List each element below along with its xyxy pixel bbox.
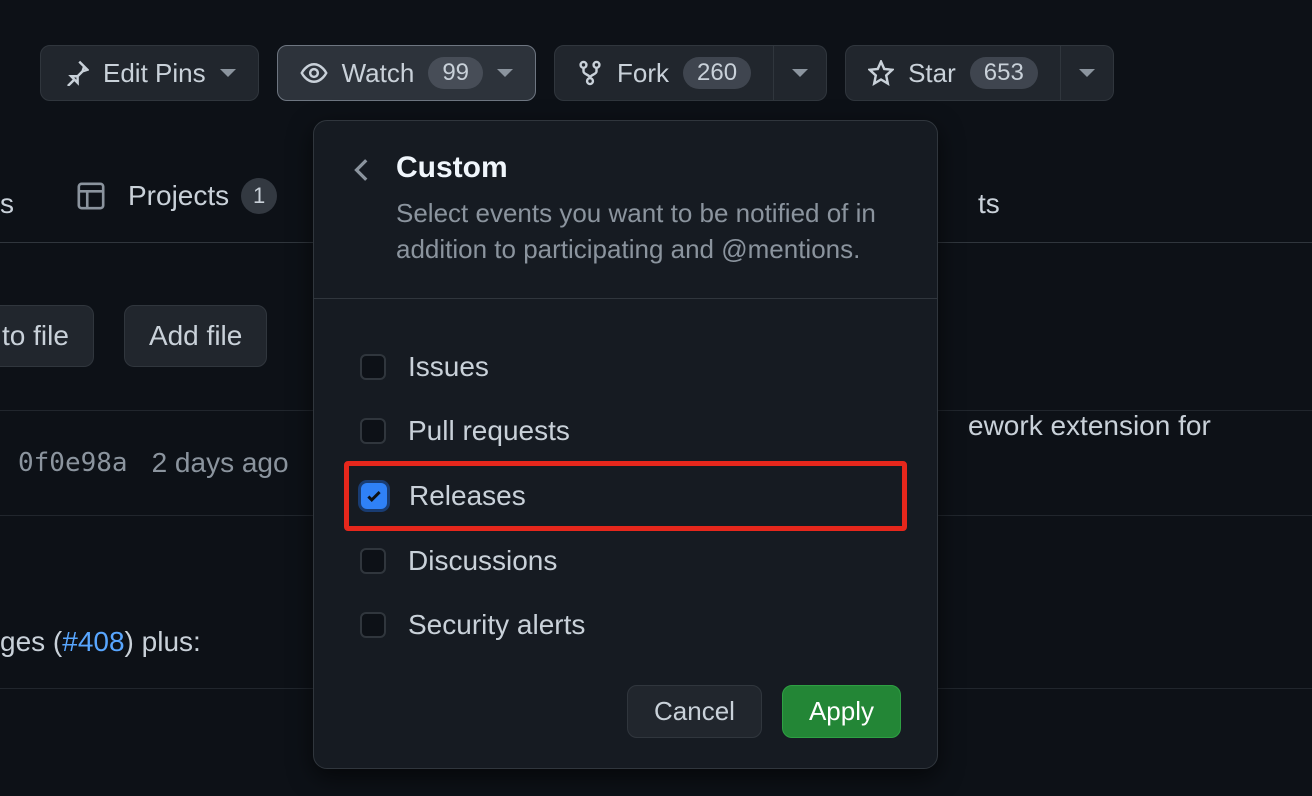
fork-dropdown-button[interactable] <box>774 45 827 101</box>
watch-label: Watch <box>342 58 415 89</box>
add-file-button[interactable]: Add file <box>124 305 267 367</box>
fork-icon <box>577 60 603 86</box>
issue-link[interactable]: #408 <box>62 626 124 657</box>
cancel-label: Cancel <box>654 696 735 726</box>
tab-projects[interactable]: Projects 1 <box>128 178 277 214</box>
star-icon <box>868 60 894 86</box>
discussions-label: Discussions <box>408 545 557 577</box>
checkbox-issues[interactable]: Issues <box>350 335 901 399</box>
checkbox-pull-requests[interactable]: Pull requests <box>350 399 901 463</box>
projects-label: Projects <box>128 180 229 212</box>
projects-icon <box>76 181 106 211</box>
cancel-button[interactable]: Cancel <box>627 685 762 738</box>
panel-description: Select events you want to be notified of… <box>396 195 901 268</box>
caret-down-icon <box>1079 69 1095 77</box>
projects-count: 1 <box>241 178 277 214</box>
to-file-label: to file <box>2 320 69 351</box>
go-to-file-button[interactable]: to file <box>0 305 94 367</box>
about-fragment: ework extension for <box>968 406 1298 445</box>
edit-pins-button[interactable]: Edit Pins <box>40 45 259 101</box>
eye-icon <box>300 59 328 87</box>
checkbox-icon <box>360 418 386 444</box>
security-alerts-label: Security alerts <box>408 609 585 641</box>
fork-count: 260 <box>683 57 751 89</box>
watch-button[interactable]: Watch 99 <box>277 45 536 101</box>
star-count: 653 <box>970 57 1038 89</box>
caret-down-icon <box>497 69 513 77</box>
checkbox-icon <box>360 354 386 380</box>
caret-down-icon <box>792 69 808 77</box>
checkbox-discussions[interactable]: Discussions <box>350 529 901 593</box>
issue-prefix: ges ( <box>0 626 62 657</box>
panel-title: Custom <box>396 151 901 185</box>
star-label: Star <box>908 58 956 89</box>
star-button[interactable]: Star 653 <box>845 45 1061 101</box>
add-file-label: Add file <box>149 320 242 351</box>
back-arrow-icon[interactable] <box>350 157 376 183</box>
pull-requests-label: Pull requests <box>408 415 570 447</box>
commit-time: 2 days ago <box>152 447 289 479</box>
watch-count: 99 <box>428 57 483 89</box>
checkbox-security-alerts[interactable]: Security alerts <box>350 593 901 657</box>
apply-label: Apply <box>809 696 874 726</box>
watch-custom-panel: Custom Select events you want to be noti… <box>313 120 938 769</box>
issue-suffix: ) plus: <box>125 626 201 657</box>
edit-pins-label: Edit Pins <box>103 58 206 89</box>
releases-highlight: Releases <box>344 461 907 531</box>
releases-label: Releases <box>409 480 526 512</box>
apply-button[interactable]: Apply <box>782 685 901 738</box>
checkbox-checked-icon <box>361 483 387 509</box>
caret-down-icon <box>220 69 236 77</box>
commit-hash[interactable]: 0f0e98a <box>18 448 128 478</box>
pin-icon <box>63 60 89 86</box>
checkbox-icon <box>360 612 386 638</box>
issues-label: Issues <box>408 351 489 383</box>
checkbox-releases[interactable]: Releases <box>361 476 890 516</box>
star-dropdown-button[interactable] <box>1061 45 1114 101</box>
fork-button[interactable]: Fork 260 <box>554 45 774 101</box>
fork-label: Fork <box>617 58 669 89</box>
checkbox-icon <box>360 548 386 574</box>
